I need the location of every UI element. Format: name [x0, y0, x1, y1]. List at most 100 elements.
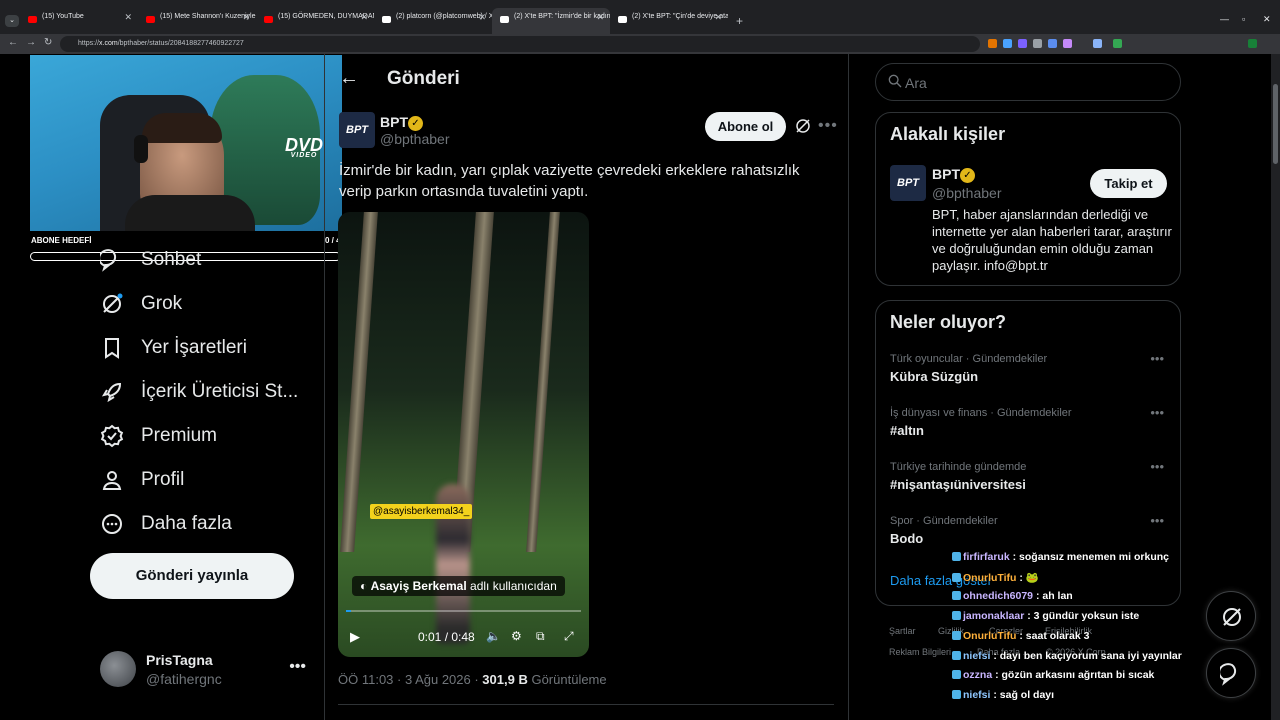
tab-close-icon[interactable]: ✕ — [360, 12, 368, 23]
sidebar-item-label: Premium — [141, 425, 218, 446]
sidebar-item-label: Sohbet — [141, 249, 202, 270]
more-dots-icon[interactable]: ••• — [1150, 405, 1164, 420]
post-meta: ÖÖ 11:03 · 3 Ağu 2026 · 301,9 B Görüntül… — [338, 672, 607, 687]
message-bubble-icon — [1220, 663, 1237, 686]
grok-icon[interactable] — [794, 117, 812, 135]
bookmark-icon — [105, 338, 119, 359]
footer-link[interactable]: Şartlar — [889, 626, 916, 636]
messages-floating-button[interactable] — [1206, 648, 1256, 698]
chat-username[interactable]: firfirfaruk — [963, 551, 1010, 563]
trend-item[interactable]: Türk oyuncular · Gündemdekiler Kübra Süzg… — [890, 351, 1172, 384]
tab-close-icon[interactable]: ✕ — [714, 12, 722, 23]
chat-message: ohnedich6079 : ah lan — [952, 590, 1073, 606]
tab-close-icon[interactable]: ✕ — [478, 12, 486, 23]
browser-tab[interactable]: (2) X'te BPT: "Çin'de deviye ata ✕ — [610, 8, 728, 34]
more-dots-icon[interactable]: ••• — [1150, 513, 1164, 528]
chat-badge-icon — [952, 670, 961, 680]
tab-search-button[interactable]: ⌄ — [5, 15, 19, 27]
settings-gear-icon[interactable]: ⚙ — [511, 629, 522, 643]
play-icon[interactable]: ▶ — [350, 629, 360, 645]
sidebar-item-rocket[interactable]: İçerik Üreticisi St... — [100, 377, 298, 407]
chat-username[interactable]: ohnedich6079 — [963, 590, 1033, 602]
chat-username[interactable]: niefsi — [963, 689, 990, 701]
video-player[interactable]: @asayisberkemal34_ ◐ Asayiş Berkemal adl… — [338, 212, 589, 657]
video-attribution[interactable]: ◐ Asayiş Berkemal adlı kullanıcıdan — [352, 576, 565, 596]
tab-close-icon[interactable]: ✕ — [242, 12, 250, 23]
chat-badge-icon — [952, 552, 961, 561]
extension-icon[interactable] — [1048, 39, 1057, 48]
minimize-button[interactable]: — — [1220, 14, 1229, 24]
tab-close-icon[interactable]: ✕ — [124, 12, 132, 23]
extension-icon[interactable] — [1093, 39, 1102, 48]
search-input[interactable]: Ara — [875, 63, 1181, 101]
volume-icon[interactable]: 🔈 — [486, 629, 501, 643]
trend-item[interactable]: İş dünyası ve finans · Gündemdekiler #alt… — [890, 405, 1172, 438]
sidebar-item-grok[interactable]: Grok — [100, 289, 182, 319]
trend-name: Bodo — [890, 531, 924, 546]
author-name[interactable]: BPT — [380, 114, 408, 130]
related-avatar[interactable]: BPT — [890, 165, 926, 201]
attribution-suffix: adlı kullanıcıdan — [470, 579, 557, 593]
more-dots-icon[interactable]: ••• — [1150, 459, 1164, 474]
post-timestamp[interactable]: ÖÖ 11:03 · 3 Ağu 2026 · — [338, 672, 482, 687]
related-handle[interactable]: @bpthaber — [932, 185, 1001, 201]
profile-icon — [102, 471, 122, 490]
sidebar-item-profile[interactable]: Profil — [100, 465, 184, 495]
maximize-button[interactable]: ▫ — [1242, 14, 1245, 24]
footer-link[interactable]: Reklam Bilgileri — [889, 647, 951, 657]
author-avatar[interactable]: BPT — [339, 112, 375, 148]
reload-icon[interactable]: ↻ — [44, 37, 52, 48]
grok-icon — [1223, 608, 1241, 626]
more-icon — [102, 514, 122, 534]
chat-username[interactable]: jamonaklaar — [963, 610, 1024, 622]
author-handle[interactable]: @bpthaber — [380, 131, 449, 147]
more-dots-icon[interactable]: ••• — [289, 658, 306, 676]
chat-username[interactable]: OnurluTifu — [963, 572, 1016, 584]
chat-message: niefsi : sağ ol dayı — [952, 689, 1054, 705]
subscribe-button[interactable]: Abone ol — [705, 112, 786, 141]
chat-username[interactable]: niefsi — [963, 650, 990, 662]
extension-icon[interactable] — [1113, 39, 1122, 48]
extension-icon[interactable] — [1018, 39, 1027, 48]
attribution-name: Asayiş Berkemal — [370, 579, 467, 593]
post-button[interactable]: Gönderi yayınla — [90, 553, 294, 599]
sidebar-item-chat[interactable]: Sohbet — [100, 245, 201, 275]
related-name[interactable]: BPT — [932, 166, 960, 182]
more-dots-icon[interactable]: ••• — [1150, 351, 1164, 366]
page-scrollbar[interactable] — [1271, 54, 1280, 720]
picture-in-picture-icon[interactable]: ⧉ — [536, 629, 545, 644]
browser-tab[interactable]: (15) Mete Shannon'ı Kuzeniyle ✕ — [138, 8, 256, 34]
account-switcher[interactable]: PrisTagna @fatihergnc ••• — [100, 650, 310, 690]
scrollbar-thumb[interactable] — [1273, 84, 1278, 164]
chat-username[interactable]: OnurluTifu — [963, 630, 1016, 642]
chat-username[interactable]: ozzna — [963, 669, 992, 681]
address-bar[interactable]: https://x.com/bpthaber/status/2084188277… — [60, 36, 980, 52]
profile-avatar-icon[interactable] — [1248, 39, 1257, 48]
extension-icon[interactable] — [988, 39, 997, 48]
grok-floating-button[interactable] — [1206, 591, 1256, 641]
browser-tab[interactable]: (2) platcorn (@platcornweb) / X ✕ — [374, 8, 492, 34]
trend-category: İş dünyası ve finans · Gündemdekiler — [890, 407, 1072, 419]
trend-item[interactable]: Spor · Gündemdekiler Bodo ••• — [890, 513, 1172, 546]
new-tab-button[interactable]: + — [736, 14, 743, 28]
tab-close-icon[interactable]: ✕ — [596, 12, 604, 23]
sidebar-item-premium[interactable]: Premium — [100, 421, 217, 451]
sidebar-item-more[interactable]: Daha fazla — [100, 509, 232, 539]
follow-button[interactable]: Takip et — [1090, 169, 1167, 198]
extension-icon[interactable] — [1063, 39, 1072, 48]
trend-item[interactable]: Türkiye tarihinde gündemde #nişantaşıüniv… — [890, 459, 1172, 492]
back-icon[interactable]: ← — [8, 37, 18, 48]
browser-tab[interactable]: (2) X'te BPT: "İzmir'de bir kadın ✕ — [492, 8, 610, 34]
forward-icon[interactable]: → — [26, 37, 36, 48]
browser-tab[interactable]: (15) GÖRMEDEN, DUYMADAN ✕ — [256, 8, 374, 34]
extension-icon[interactable] — [1003, 39, 1012, 48]
more-dots-icon[interactable]: ••• — [818, 117, 838, 135]
close-window-button[interactable]: ✕ — [1263, 14, 1271, 25]
sidebar-item-label: İçerik Üreticisi St... — [141, 381, 299, 402]
video-progress[interactable] — [346, 610, 581, 612]
fullscreen-icon[interactable]: ⤢ — [564, 629, 574, 644]
sidebar-item-bookmark[interactable]: Yer İşaretleri — [100, 333, 247, 363]
back-arrow-icon[interactable]: ← — [339, 67, 359, 90]
extension-icon[interactable] — [1033, 39, 1042, 48]
browser-tab[interactable]: (15) YouTube ✕ — [20, 8, 138, 34]
